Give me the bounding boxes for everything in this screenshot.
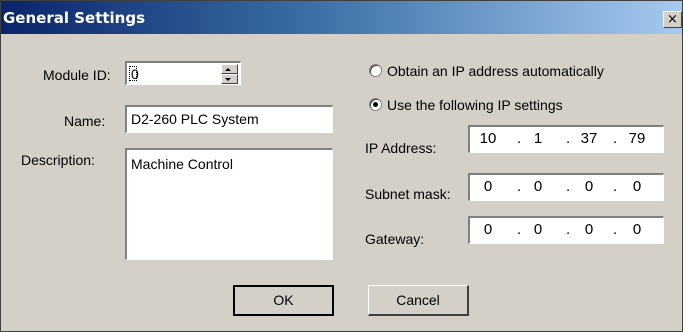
module-id-value: 0 xyxy=(131,66,139,82)
ip-octet-4[interactable]: 79 xyxy=(622,130,652,147)
window-title: General Settings xyxy=(3,9,146,27)
ip-separator: . xyxy=(517,130,522,147)
ip-separator: . xyxy=(613,130,618,147)
subnet-octet-3[interactable]: 0 xyxy=(574,178,604,195)
spin-up-button[interactable] xyxy=(221,64,238,74)
ip-separator: . xyxy=(613,178,618,195)
subnet-mask-label: Subnet mask: xyxy=(365,186,451,202)
ip-address-field[interactable]: 10 . 1 . 37 . 79 xyxy=(468,125,664,153)
ip-octet-3[interactable]: 37 xyxy=(574,130,604,147)
description-label: Description: xyxy=(21,152,95,168)
name-label: Name: xyxy=(64,113,106,129)
subnet-octet-4[interactable]: 0 xyxy=(622,178,652,195)
ip-separator: . xyxy=(566,130,571,147)
module-id-label: Module ID: xyxy=(43,67,111,83)
gateway-label: Gateway: xyxy=(365,231,425,247)
ok-button-label: OK xyxy=(273,292,294,308)
ip-separator: . xyxy=(517,221,522,238)
radio-obtain-auto[interactable] xyxy=(369,64,382,77)
spin-down-button[interactable] xyxy=(221,74,238,84)
ok-button[interactable]: OK xyxy=(233,285,334,316)
subnet-octet-1[interactable]: 0 xyxy=(473,178,503,195)
ip-separator: . xyxy=(613,221,618,238)
gateway-octet-2[interactable]: 0 xyxy=(523,221,553,238)
module-id-field[interactable]: 0 xyxy=(125,61,241,85)
title-bar[interactable]: General Settings × xyxy=(1,1,682,34)
radio-use-manual[interactable] xyxy=(369,98,382,111)
ip-octet-1[interactable]: 10 xyxy=(473,130,503,147)
radio-selected-dot xyxy=(373,102,378,107)
gateway-octet-3[interactable]: 0 xyxy=(574,221,604,238)
cancel-button-label: Cancel xyxy=(396,292,440,308)
use-manual-label[interactable]: Use the following IP settings xyxy=(387,97,563,113)
gateway-field[interactable]: 0 . 0 . 0 . 0 xyxy=(468,216,664,244)
close-button[interactable]: × xyxy=(663,11,682,28)
obtain-auto-label[interactable]: Obtain an IP address automatically xyxy=(387,63,604,79)
spin-up-icon xyxy=(225,68,231,71)
ip-address-label: IP Address: xyxy=(365,140,437,156)
cancel-button[interactable]: Cancel xyxy=(368,285,469,316)
gateway-octet-4[interactable]: 0 xyxy=(622,221,652,238)
description-field[interactable]: Machine Control xyxy=(125,148,333,260)
gateway-octet-1[interactable]: 0 xyxy=(473,221,503,238)
subnet-mask-field[interactable]: 0 . 0 . 0 . 0 xyxy=(468,173,664,201)
ip-octet-2[interactable]: 1 xyxy=(523,130,553,147)
ip-separator: . xyxy=(566,221,571,238)
name-value: D2-260 PLC System xyxy=(131,111,259,127)
spin-down-icon xyxy=(225,78,231,81)
close-icon: × xyxy=(667,12,678,27)
general-settings-dialog: General Settings × Module ID: 0 Name: D2… xyxy=(0,0,683,332)
name-field[interactable]: D2-260 PLC System xyxy=(125,105,333,133)
ip-separator: . xyxy=(566,178,571,195)
ip-separator: . xyxy=(517,178,522,195)
description-value: Machine Control xyxy=(131,156,233,172)
subnet-octet-2[interactable]: 0 xyxy=(523,178,553,195)
